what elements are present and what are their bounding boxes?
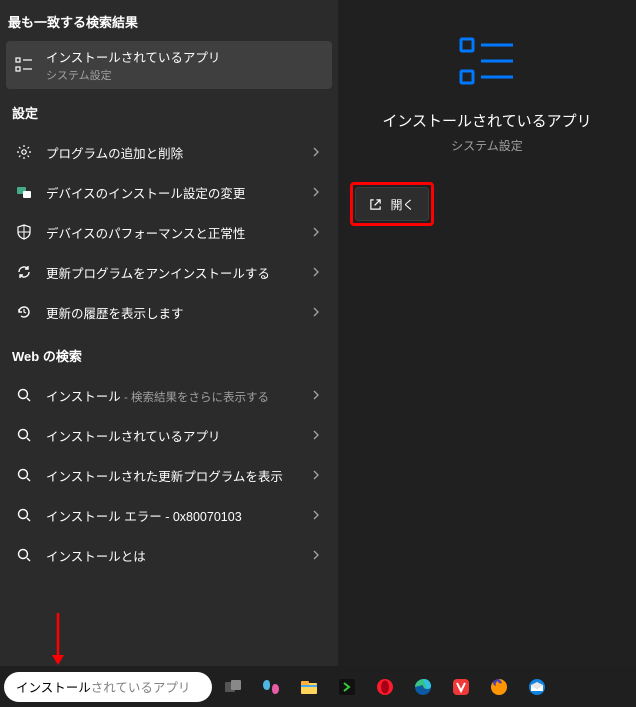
search-icon <box>14 465 34 485</box>
search-icon <box>14 425 34 445</box>
firefox-icon[interactable] <box>482 670 516 704</box>
explorer-icon[interactable] <box>292 670 326 704</box>
copilot-icon[interactable] <box>254 670 288 704</box>
chevron-right-icon <box>308 547 324 563</box>
opera-icon[interactable] <box>368 670 402 704</box>
open-external-icon <box>369 198 382 211</box>
top-result-subtitle: システム設定 <box>46 67 324 83</box>
item-label: デバイスのインストール設定の変更 <box>46 183 308 202</box>
open-button-highlight: 開く <box>350 182 434 226</box>
results-panel: 最も一致する検索結果 インストールされているアプリ システム設定 設定 プログラ… <box>0 0 338 666</box>
vivaldi-icon[interactable] <box>444 670 478 704</box>
search-input[interactable]: インストールされているアプリ <box>4 672 212 702</box>
device-icon <box>14 182 34 202</box>
item-label: インストールされているアプリ <box>46 426 308 445</box>
chevron-right-icon <box>308 224 324 240</box>
item-label: インストールとは <box>46 546 308 565</box>
chevron-right-icon <box>308 467 324 483</box>
open-button[interactable]: 開く <box>355 187 429 221</box>
open-label: 開く <box>390 196 414 213</box>
web-item-1[interactable]: インストールされているアプリ <box>6 415 332 455</box>
search-icon <box>14 505 34 525</box>
taskview-icon[interactable] <box>216 670 250 704</box>
web-item-0[interactable]: インストール - 検索結果をさらに表示する <box>6 375 332 415</box>
search-icon <box>14 545 34 565</box>
top-match-header: 最も一致する検索結果 <box>6 8 332 41</box>
settings-header: 設定 <box>6 89 332 132</box>
item-label: デバイスのパフォーマンスと正常性 <box>46 223 308 242</box>
settings-item-2[interactable]: デバイスのパフォーマンスと正常性 <box>6 212 332 252</box>
settings-item-1[interactable]: デバイスのインストール設定の変更 <box>6 172 332 212</box>
item-label: インストール エラー - 0x80070103 <box>46 506 308 525</box>
shield-icon <box>14 222 34 242</box>
search-icon <box>14 385 34 405</box>
gear-icon <box>14 142 34 162</box>
item-label: プログラムの追加と削除 <box>46 143 308 162</box>
web-search-header: Web の検索 <box>6 332 332 375</box>
chevron-right-icon <box>308 427 324 443</box>
item-label: 更新プログラムをアンインストールする <box>46 263 308 282</box>
chevron-right-icon <box>308 144 324 160</box>
item-label: インストール - 検索結果をさらに表示する <box>46 386 308 405</box>
thunderbird-icon[interactable] <box>520 670 554 704</box>
app-icon-1[interactable] <box>330 670 364 704</box>
search-value: インストール <box>16 677 91 696</box>
settings-item-3[interactable]: 更新プログラムをアンインストールする <box>6 252 332 292</box>
detail-panel: インストールされているアプリ システム設定 開く <box>338 0 636 666</box>
taskbar: インストールされているアプリ <box>0 666 636 707</box>
chevron-right-icon <box>308 387 324 403</box>
detail-subtitle: システム設定 <box>451 137 523 154</box>
item-label: 更新の履歴を表示します <box>46 303 308 322</box>
app-list-icon <box>455 30 519 94</box>
web-item-4[interactable]: インストールとは <box>6 535 332 575</box>
chevron-right-icon <box>308 304 324 320</box>
chevron-right-icon <box>308 184 324 200</box>
settings-item-4[interactable]: 更新の履歴を表示します <box>6 292 332 332</box>
item-label: インストールされた更新プログラムを表示 <box>46 466 308 485</box>
chevron-right-icon <box>308 264 324 280</box>
edge-icon[interactable] <box>406 670 440 704</box>
history-icon <box>14 302 34 322</box>
chevron-right-icon <box>308 507 324 523</box>
top-result-title: インストールされているアプリ <box>46 47 324 66</box>
settings-item-0[interactable]: プログラムの追加と削除 <box>6 132 332 172</box>
web-item-2[interactable]: インストールされた更新プログラムを表示 <box>6 455 332 495</box>
list-icon <box>14 55 34 75</box>
detail-title: インストールされているアプリ <box>382 110 591 131</box>
top-result[interactable]: インストールされているアプリ システム設定 <box>6 41 332 89</box>
refresh-icon <box>14 262 34 282</box>
search-placeholder: されているアプリ <box>91 677 191 696</box>
web-item-3[interactable]: インストール エラー - 0x80070103 <box>6 495 332 535</box>
